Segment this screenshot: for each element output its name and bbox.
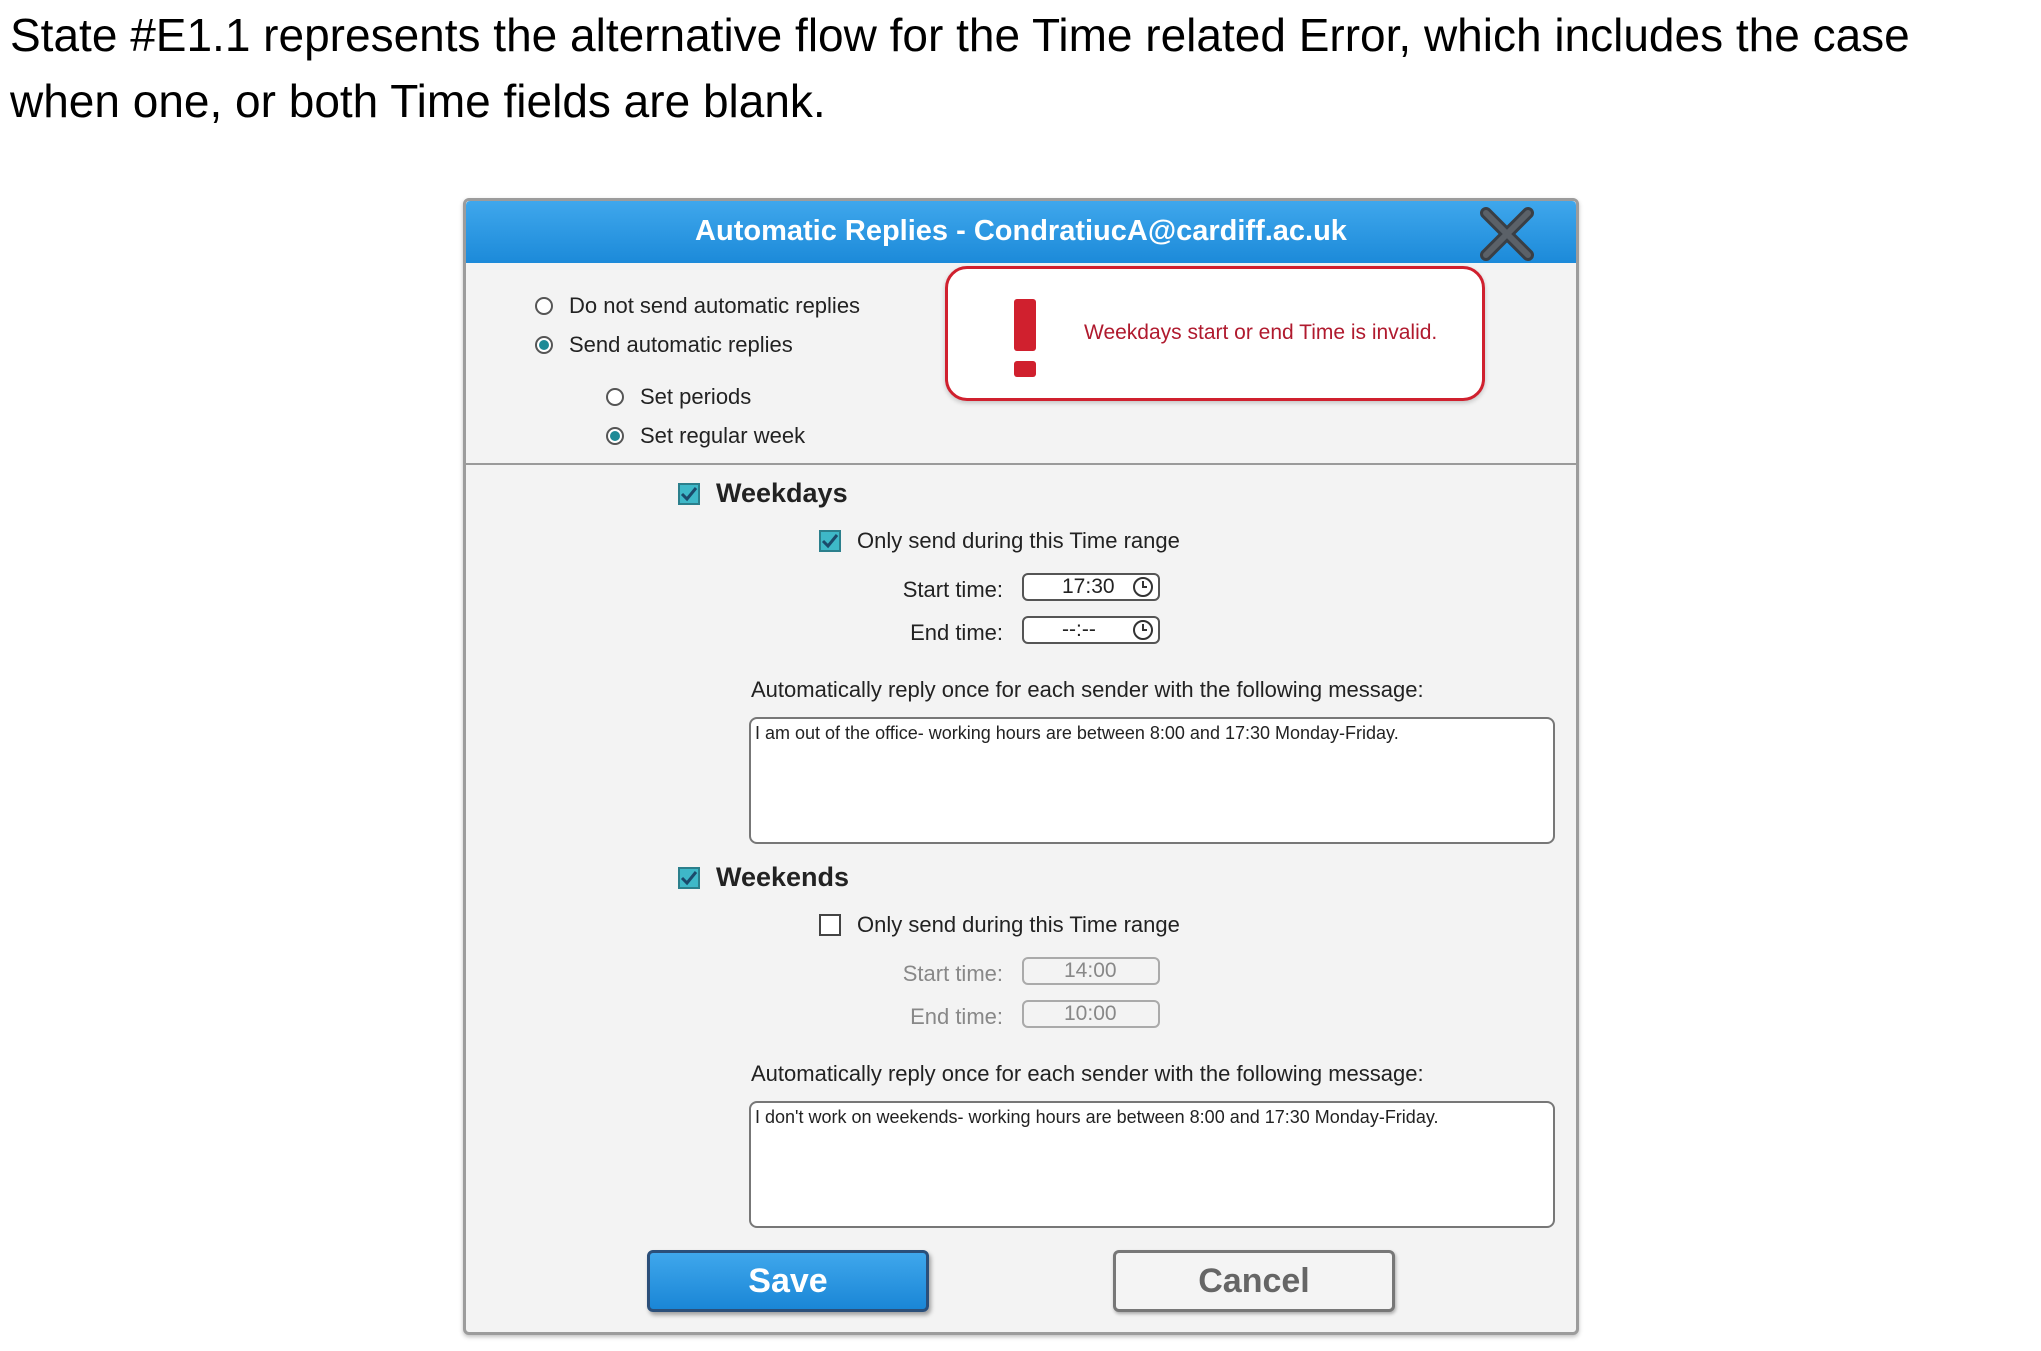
weekdays-time-range-checkbox[interactable] bbox=[819, 530, 841, 552]
caption-text: State #E1.1 represents the alternative f… bbox=[10, 9, 1910, 127]
radio-button-selected[interactable] bbox=[606, 427, 624, 445]
clock-icon[interactable] bbox=[1132, 619, 1154, 641]
weekends-checkbox[interactable] bbox=[678, 866, 700, 889]
divider bbox=[466, 463, 1576, 465]
radio-set-regular-week[interactable]: Set regular week bbox=[606, 423, 805, 449]
weekdays-checkbox[interactable] bbox=[678, 482, 700, 505]
title-bar: Automatic Replies - CondratiucA@cardiff.… bbox=[466, 201, 1576, 263]
weekdays-start-label: Start time: bbox=[902, 577, 1003, 602]
radio-button[interactable] bbox=[606, 388, 624, 406]
weekends-end-time-input[interactable]: 10:00 bbox=[1022, 1000, 1160, 1028]
weekends-end-label: End time: bbox=[910, 1004, 1003, 1029]
time-value: 17:30 bbox=[1062, 575, 1115, 598]
radio-label: Set periods bbox=[640, 384, 752, 409]
checkmark-icon bbox=[680, 486, 698, 501]
radio-do-not-send[interactable]: Do not send automatic replies bbox=[535, 293, 860, 319]
time-value: --:-- bbox=[1062, 618, 1096, 641]
weekdays-label: Weekdays bbox=[716, 478, 848, 508]
checkmark-icon bbox=[680, 870, 698, 885]
radio-label: Do not send automatic replies bbox=[569, 293, 861, 318]
weekdays-message-textarea[interactable]: I am out of the office- working hours ar… bbox=[749, 717, 1555, 844]
error-alert: Weekdays start or end Time is invalid. bbox=[945, 266, 1485, 401]
radio-button-selected[interactable] bbox=[535, 336, 553, 354]
weekends-message-textarea[interactable]: I don't work on weekends- working hours … bbox=[749, 1101, 1555, 1228]
weekends-time-range-checkbox[interactable] bbox=[819, 914, 841, 936]
weekends-start-time-input[interactable]: 14:00 bbox=[1022, 957, 1160, 985]
error-message: Weekdays start or end Time is invalid. bbox=[1084, 321, 1438, 344]
weekdays-time-range-label: Only send during this Time range bbox=[857, 528, 1180, 553]
cancel-button[interactable]: Cancel bbox=[1113, 1250, 1395, 1312]
radio-label: Set regular week bbox=[640, 423, 806, 448]
weekends-start-label: Start time: bbox=[902, 961, 1003, 986]
weekends-time-range-toggle[interactable]: Only send during this Time range bbox=[819, 912, 1180, 938]
close-icon[interactable] bbox=[1478, 205, 1536, 263]
weekdays-start-time-input[interactable]: 17:30 bbox=[1022, 573, 1160, 601]
exclamation-icon bbox=[1014, 299, 1036, 377]
weekends-label: Weekends bbox=[716, 862, 850, 892]
radio-label: Send automatic replies bbox=[569, 332, 793, 357]
save-button[interactable]: Save bbox=[647, 1250, 929, 1312]
weekdays-end-time-input[interactable]: --:-- bbox=[1022, 616, 1160, 644]
weekdays-toggle[interactable]: Weekdays bbox=[678, 478, 848, 509]
radio-set-periods[interactable]: Set periods bbox=[606, 384, 751, 410]
weekdays-message-label: Automatically reply once for each sender… bbox=[751, 677, 1424, 702]
time-value: 10:00 bbox=[1064, 1002, 1117, 1025]
checkmark-icon bbox=[821, 534, 839, 549]
dialog-title: Automatic Replies - CondratiucA@cardiff.… bbox=[695, 215, 1347, 247]
time-value: 14:00 bbox=[1064, 959, 1117, 982]
automatic-replies-dialog: Automatic Replies - CondratiucA@cardiff.… bbox=[463, 198, 1579, 1335]
clock-icon[interactable] bbox=[1132, 576, 1154, 598]
weekends-message-label: Automatically reply once for each sender… bbox=[751, 1061, 1424, 1086]
weekdays-end-label: End time: bbox=[910, 620, 1003, 645]
radio-button[interactable] bbox=[535, 297, 553, 315]
radio-send-replies[interactable]: Send automatic replies bbox=[535, 332, 793, 358]
weekends-toggle[interactable]: Weekends bbox=[678, 862, 849, 893]
weekends-time-range-label: Only send during this Time range bbox=[857, 912, 1180, 937]
weekdays-time-range-toggle[interactable]: Only send during this Time range bbox=[819, 528, 1180, 554]
